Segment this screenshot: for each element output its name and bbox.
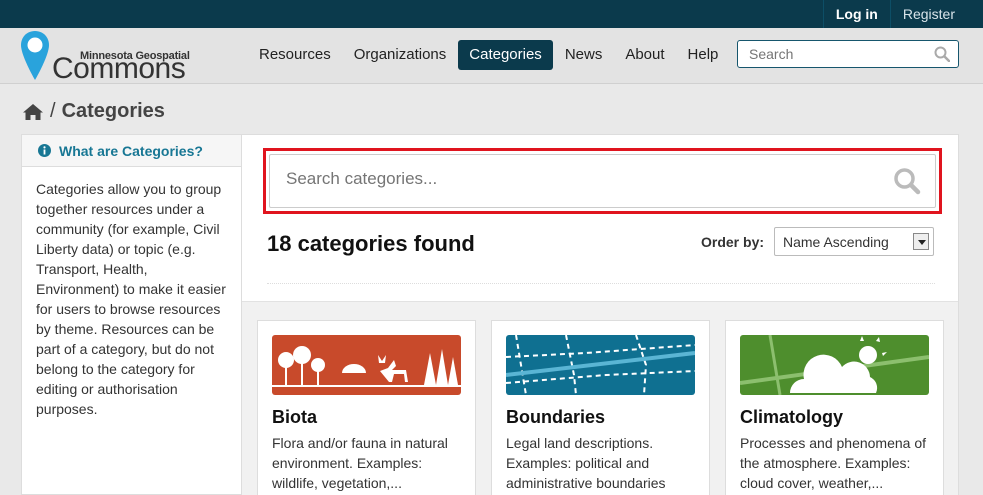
nav-organizations[interactable]: Organizations <box>343 40 458 70</box>
breadcrumb-separator: / <box>50 100 56 122</box>
site-logo[interactable]: Minnesota Geospatial Commons <box>20 30 210 84</box>
search-icon[interactable] <box>934 46 950 62</box>
category-title[interactable]: Climatology <box>740 407 843 428</box>
main-content: 18 categories found Order by: Name Ascen… <box>241 134 959 495</box>
category-card-biota[interactable]: Biota Flora and/or fauna in natural envi… <box>257 320 476 495</box>
nav-help[interactable]: Help <box>677 40 730 70</box>
chevron-down-icon[interactable] <box>913 233 929 250</box>
sidebar: What are Categories? Categories allow yo… <box>21 134 241 495</box>
nav-resources[interactable]: Resources <box>248 40 342 70</box>
sidebar-description: Categories allow you to group together r… <box>36 181 226 417</box>
category-title[interactable]: Biota <box>272 407 317 428</box>
climatology-image <box>740 335 929 395</box>
biota-image <box>272 335 461 395</box>
category-description: Processes and phenomena of the atmospher… <box>740 435 927 491</box>
breadcrumb-current: Categories <box>61 100 165 122</box>
order-by-value: Name Ascending <box>783 234 889 250</box>
map-pin-icon <box>21 31 49 80</box>
site-search <box>737 40 959 68</box>
sidebar-header: What are Categories? <box>22 135 241 167</box>
category-search-input[interactable] <box>270 155 850 203</box>
results-count: 18 categories found <box>267 231 475 256</box>
category-search <box>269 154 936 208</box>
masthead: Minnesota Geospatial Commons Resources O… <box>0 28 983 84</box>
divider <box>267 283 935 284</box>
breadcrumb: / Categories <box>22 100 165 123</box>
site-search-input[interactable] <box>738 41 928 67</box>
account-links: Log in Register <box>822 0 967 28</box>
nav-about[interactable]: About <box>614 40 675 70</box>
home-icon[interactable] <box>22 103 44 121</box>
main-nav: Resources Organizations Categories News … <box>248 40 730 70</box>
order-by-select[interactable]: Name Ascending <box>774 227 934 256</box>
category-title[interactable]: Boundaries <box>506 407 605 428</box>
category-description: Legal land descriptions. Examples: polit… <box>506 435 666 491</box>
category-card-climatology[interactable]: Climatology Processes and phenomena of t… <box>725 320 944 495</box>
order-by-label: Order by: <box>701 234 765 250</box>
search-icon[interactable] <box>893 167 921 195</box>
register-link[interactable]: Register <box>891 0 967 28</box>
logo-title: Commons <box>52 52 186 85</box>
nav-categories[interactable]: Categories <box>458 40 553 70</box>
category-description: Flora and/or fauna in natural environmen… <box>272 435 448 491</box>
category-card-boundaries[interactable]: Boundaries Legal land descriptions. Exam… <box>491 320 710 495</box>
boundaries-image <box>506 335 695 395</box>
top-bar: Log in Register <box>0 0 983 28</box>
login-link[interactable]: Log in <box>822 0 891 28</box>
info-icon <box>38 144 51 157</box>
nav-news[interactable]: News <box>554 40 614 70</box>
category-search-highlight <box>263 148 942 214</box>
sidebar-title: What are Categories? <box>59 142 203 159</box>
